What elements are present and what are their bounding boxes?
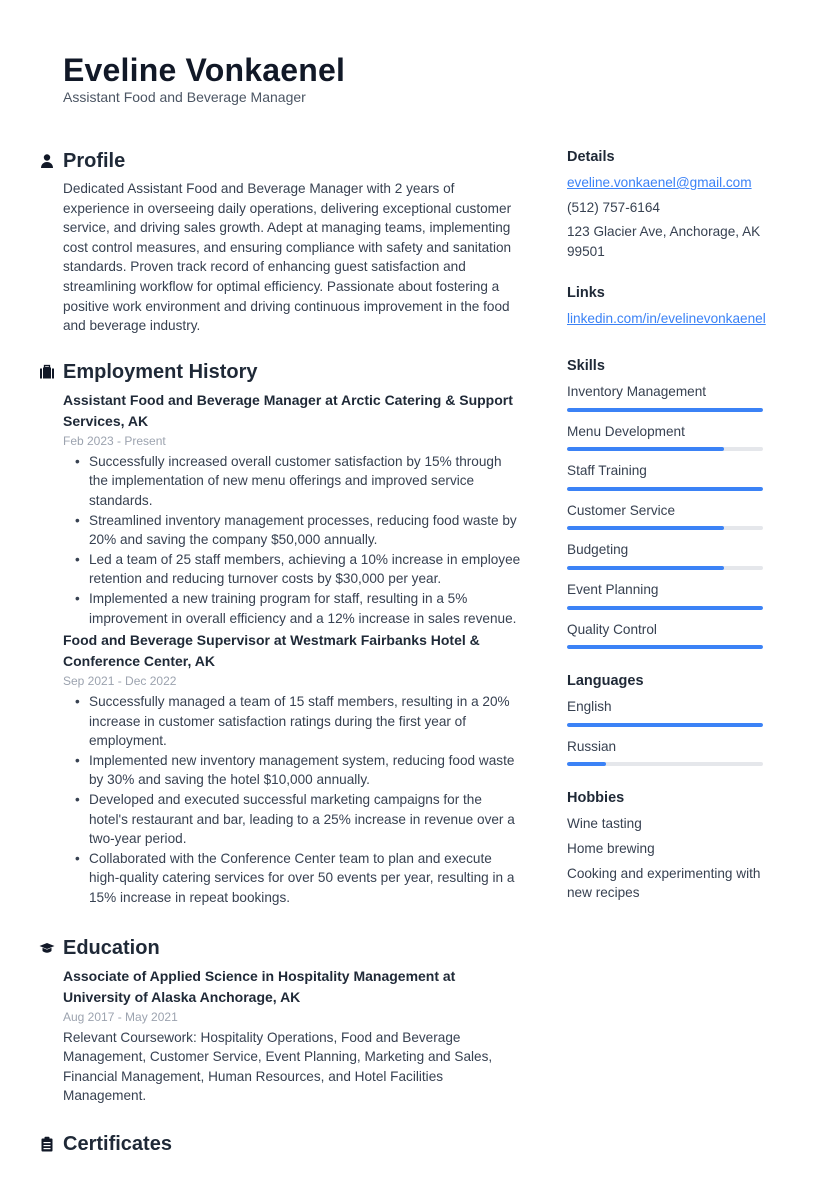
sidebar-column: Details eveline.vonkaenel@gmail.com (512… <box>567 147 787 925</box>
skills-level-bar <box>567 605 763 610</box>
languages-level-fill <box>567 762 607 767</box>
skills-item: Staff Training <box>567 461 787 491</box>
profile-section: Profile Dedicated Assistant Food and Bev… <box>41 147 523 336</box>
user-icon <box>39 153 55 169</box>
education-title: Education <box>63 936 160 959</box>
skills-label: Event Planning <box>567 581 659 597</box>
email-link[interactable]: eveline.vonkaenel@gmail.com <box>567 173 752 193</box>
skills-item: Quality Control <box>567 620 787 650</box>
skills-section: Skills Inventory Management Menu Developm… <box>567 356 787 650</box>
certificates-title: Certificates <box>63 1133 172 1155</box>
certificates-section: Certificates <box>41 1130 523 1158</box>
languages-level-bar <box>567 722 763 727</box>
skills-level-bar <box>567 486 763 491</box>
links-section: Links linkedin.com/in/evelinevonkaenel <box>567 283 787 334</box>
skills-level-bar <box>567 407 763 412</box>
job-bullets: Successfully increased overall customer … <box>63 452 523 628</box>
job-bullets: Successfully managed a team of 15 staff … <box>63 692 523 908</box>
skills-level-bar <box>567 645 763 650</box>
skills-level-bar <box>567 565 763 570</box>
hobbies-section: Hobbies Wine tasting Home brewing Cookin… <box>567 788 787 902</box>
skills-label: Quality Control <box>567 621 657 637</box>
skills-item: Budgeting <box>567 540 787 570</box>
skills-level-fill <box>567 486 763 491</box>
skills-label: Inventory Management <box>567 383 707 399</box>
job-bullet: Successfully managed a team of 15 staff … <box>75 692 523 751</box>
skills-title: Skills <box>567 357 605 374</box>
job-dates: Sep 2021 - Dec 2022 <box>63 674 177 689</box>
clipboard-icon <box>39 1136 55 1152</box>
links-title: Links <box>567 285 605 302</box>
hobby-item: Wine tasting <box>567 816 642 832</box>
skills-level-fill <box>567 565 724 570</box>
job-dates: Feb 2023 - Present <box>63 433 166 448</box>
employment-section: Employment History Assistant Food and Be… <box>40 358 523 908</box>
languages-label: Russian <box>567 738 617 754</box>
graduation-cap-icon <box>39 940 55 956</box>
hobby-item: Home brewing <box>567 840 655 856</box>
skills-level-bar <box>567 447 763 452</box>
skills-level-fill <box>567 407 763 412</box>
details-title: Details <box>567 149 615 165</box>
candidate-title: Assistant Food and Beverage Manager <box>63 89 306 105</box>
education-text: Relevant Coursework: Hospitality Operati… <box>63 1029 493 1104</box>
job-entry: Assistant Food and Beverage Manager at A… <box>63 390 523 628</box>
profile-title: Profile <box>63 150 126 172</box>
languages-level-bar <box>567 762 763 767</box>
hobby-item: Cooking and experimenting with new recip… <box>567 865 761 901</box>
job-heading: Assistant Food and Beverage Manager at A… <box>63 391 513 429</box>
main-column: Profile Dedicated Assistant Food and Bev… <box>39 147 523 1178</box>
address: 123 Glacier Ave, Anchorage, AK 99501 <box>567 224 761 259</box>
education-section: Education Associate of Applied Science i… <box>39 934 523 1106</box>
skills-item: Inventory Management <box>567 382 787 412</box>
profile-text: Dedicated Assistant Food and Beverage Ma… <box>63 181 512 334</box>
languages-title: Languages <box>567 673 644 690</box>
job-heading: Food and Beverage Supervisor at Westmark… <box>63 632 480 670</box>
languages-item: English <box>567 697 787 727</box>
job-bullet: Collaborated with the Conference Center … <box>75 849 523 908</box>
phone-number: (512) 757-6164 <box>567 199 660 215</box>
languages-item: Russian <box>567 737 787 767</box>
employment-title: Employment History <box>63 360 258 383</box>
job-bullet: Implemented a new training program for s… <box>75 589 523 628</box>
skills-level-bar <box>567 526 763 531</box>
job-bullet: Developed and executed successful market… <box>75 790 523 849</box>
resume-header: Eveline Vonkaenel Assistant Food and Bev… <box>63 52 345 106</box>
languages-level-fill <box>567 722 763 727</box>
job-bullet: Successfully increased overall customer … <box>75 452 523 511</box>
skills-item: Menu Development <box>567 422 787 452</box>
job-bullet: Streamlined inventory management process… <box>75 511 523 550</box>
education-heading: Associate of Applied Science in Hospital… <box>63 967 456 1005</box>
linkedin-link[interactable]: linkedin.com/in/evelinevonkaenel <box>567 309 766 329</box>
skills-level-fill <box>567 605 763 610</box>
briefcase-icon <box>39 364 55 380</box>
job-entry: Food and Beverage Supervisor at Westmark… <box>63 630 523 908</box>
languages-label: English <box>567 699 612 715</box>
skills-item: Customer Service <box>567 501 787 531</box>
education-dates: Aug 2017 - May 2021 <box>63 1009 178 1024</box>
job-bullet: Implemented new inventory management sys… <box>75 751 523 790</box>
skills-label: Customer Service <box>567 502 676 518</box>
skills-label: Budgeting <box>567 542 629 558</box>
education-entry: Associate of Applied Science in Hospital… <box>63 966 523 1106</box>
skills-level-fill <box>567 526 724 531</box>
job-bullet: Led a team of 25 staff members, achievin… <box>75 550 523 589</box>
candidate-name: Eveline Vonkaenel <box>63 52 346 88</box>
skills-level-fill <box>567 447 724 452</box>
skills-label: Menu Development <box>567 423 685 439</box>
skills-label: Staff Training <box>567 463 647 479</box>
details-section: Details eveline.vonkaenel@gmail.com (512… <box>567 147 787 261</box>
hobbies-title: Hobbies <box>567 790 625 807</box>
skills-item: Event Planning <box>567 580 787 610</box>
languages-section: Languages English Russian <box>567 671 787 767</box>
skills-level-fill <box>567 645 763 650</box>
